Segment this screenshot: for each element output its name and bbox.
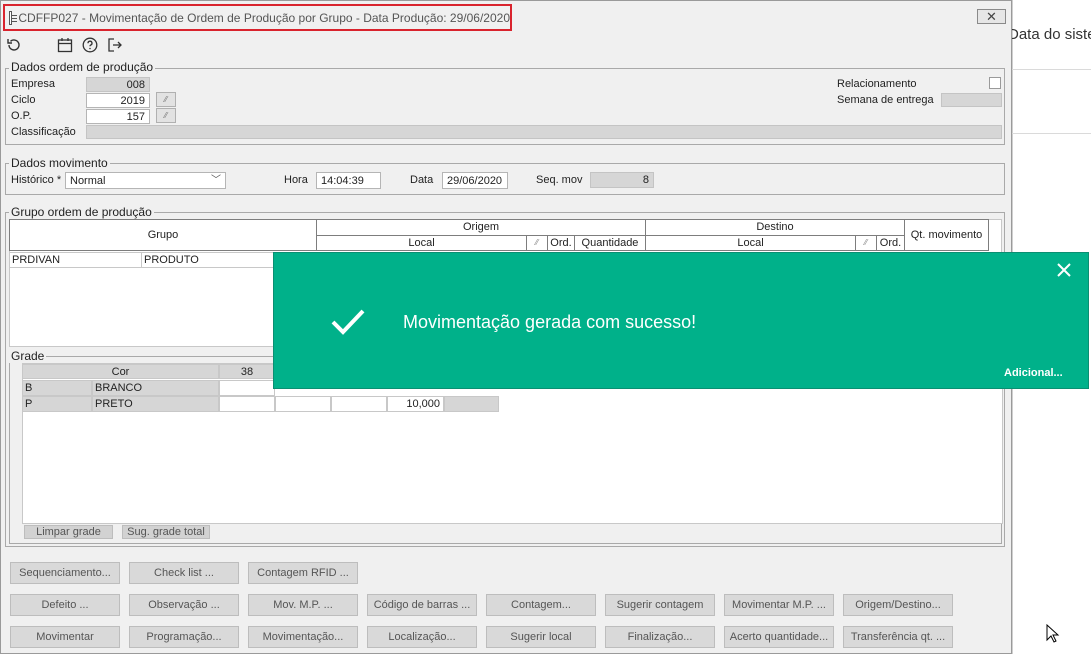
- grade-extra-cell: [444, 396, 499, 412]
- column-header-origem: Origem: [316, 219, 646, 236]
- codigo-barras-button[interactable]: Código de barras ...: [367, 594, 477, 616]
- column-header-destino-local[interactable]: Local: [645, 235, 856, 251]
- historico-label: Histórico *: [11, 174, 62, 186]
- op-field[interactable]: 157: [86, 109, 150, 124]
- exit-icon[interactable]: [107, 37, 123, 58]
- ciclo-lookup-button[interactable]: ⁄⁄: [156, 92, 176, 107]
- calendar-icon[interactable]: [57, 37, 73, 58]
- grade-total-cell[interactable]: 10,000: [387, 396, 444, 412]
- sug-grade-total-button[interactable]: Sug. grade total: [122, 525, 210, 539]
- toast-message: Movimentação gerada com sucesso!: [403, 312, 697, 332]
- sugerir-local-button[interactable]: Sugerir local: [486, 626, 596, 648]
- grade-name-cell: PRETO: [92, 396, 219, 412]
- grade-value-cell[interactable]: [275, 396, 331, 412]
- title-highlight: CDFFP027 - Movimentação de Ordem de Prod…: [3, 4, 512, 31]
- mouse-cursor-icon: [1046, 623, 1060, 647]
- help-icon[interactable]: [82, 37, 98, 58]
- contagem-button[interactable]: Contagem...: [486, 594, 596, 616]
- check-list-button[interactable]: Check list ...: [129, 562, 239, 584]
- grade-code-cell: B: [22, 380, 92, 396]
- classificacao-label: Classificação: [11, 126, 76, 138]
- programacao-button[interactable]: Programação...: [129, 626, 239, 648]
- semana-label: Semana de entrega: [837, 94, 934, 106]
- column-header-origem-local[interactable]: Local: [316, 235, 527, 251]
- descricao-cell[interactable]: PRODUTO: [141, 252, 275, 268]
- dados-movimento-legend: Dados movimento: [9, 156, 110, 170]
- movimentacao-button[interactable]: Movimentação...: [248, 626, 358, 648]
- historico-value: Normal: [70, 175, 106, 187]
- seq-mov-label: Seq. mov: [536, 174, 583, 186]
- hora-label: Hora: [284, 174, 308, 186]
- checkmark-icon: [330, 307, 366, 340]
- column-header-qt-movimento[interactable]: Qt. movimento: [904, 219, 989, 251]
- defeito-button[interactable]: Defeito ...: [10, 594, 120, 616]
- background-app-text: Data do siste: [1008, 26, 1091, 43]
- column-header-origem-ord[interactable]: Ord.: [547, 235, 575, 251]
- relacionamento-label: Relacionamento: [837, 78, 917, 90]
- grade-name-cell: BRANCO: [92, 380, 219, 396]
- semana-field: [941, 93, 1002, 107]
- transferencia-button[interactable]: Transferência qt. ...: [843, 626, 953, 648]
- grade-code-cell: P: [22, 396, 92, 412]
- origem-lookup-icon[interactable]: ⁄⁄: [526, 235, 548, 251]
- grade-value-cell[interactable]: [219, 396, 275, 412]
- movimentar-button[interactable]: Movimentar: [10, 626, 120, 648]
- sequenciamento-button[interactable]: Sequenciamento...: [10, 562, 120, 584]
- empresa-field: 008: [86, 77, 150, 92]
- contagem-rfid-button[interactable]: Contagem RFID ...: [248, 562, 358, 584]
- destino-lookup-icon[interactable]: ⁄⁄: [855, 235, 877, 251]
- column-header-quantidade[interactable]: Quantidade: [574, 235, 646, 251]
- title-bar: CDFFP027 - Movimentação de Ordem de Prod…: [1, 1, 1011, 33]
- hora-field[interactable]: 14:04:39: [316, 172, 381, 189]
- data-label: Data: [410, 174, 434, 186]
- column-header-size[interactable]: 38: [219, 364, 275, 379]
- window-title: CDFFP027 - Movimentação de Ordem de Prod…: [18, 10, 510, 25]
- op-lookup-button[interactable]: ⁄⁄: [156, 108, 176, 123]
- column-header-grupo[interactable]: Grupo: [9, 219, 317, 251]
- data-field[interactable]: 29/06/2020: [442, 172, 508, 189]
- close-button[interactable]: ✕: [977, 9, 1006, 24]
- grade-legend: Grade: [9, 349, 47, 363]
- origem-destino-button[interactable]: Origem/Destino...: [843, 594, 953, 616]
- success-toast: Movimentação gerada com sucesso! Adicion…: [273, 252, 1089, 389]
- sugerir-contagem-button[interactable]: Sugerir contagem: [605, 594, 715, 616]
- classificacao-field: [86, 125, 1002, 139]
- close-icon: ✕: [986, 9, 997, 24]
- column-header-cor[interactable]: Cor: [22, 364, 219, 379]
- column-header-destino-ord[interactable]: Ord.: [876, 235, 905, 251]
- close-icon[interactable]: [1057, 259, 1071, 281]
- finalizacao-button[interactable]: Finalização...: [605, 626, 715, 648]
- limpar-grade-button[interactable]: Limpar grade: [24, 525, 113, 539]
- document-icon: [9, 10, 19, 25]
- mov-mp-button[interactable]: Mov. M.P. ...: [248, 594, 358, 616]
- seq-mov-field: 8: [590, 172, 654, 188]
- grade-value-cell[interactable]: [219, 380, 275, 396]
- movimentar-mp-button[interactable]: Movimentar M.P. ...: [724, 594, 834, 616]
- grade-value-cell[interactable]: [331, 396, 387, 412]
- toast-more-link[interactable]: Adicional...: [1004, 367, 1063, 379]
- ciclo-label: Ciclo: [11, 94, 36, 106]
- op-label: O.P.: [11, 110, 32, 122]
- chevron-down-icon: ﹀: [211, 175, 221, 186]
- relacionamento-checkbox[interactable]: [989, 77, 1001, 89]
- dados-ordem-legend: Dados ordem de produção: [9, 60, 156, 74]
- background-divider: [1012, 69, 1091, 70]
- historico-select[interactable]: Normal ﹀: [65, 172, 226, 189]
- ciclo-field[interactable]: 2019: [86, 93, 150, 108]
- background-divider: [1012, 133, 1091, 134]
- refresh-icon[interactable]: [6, 37, 22, 58]
- column-header-destino: Destino: [645, 219, 905, 236]
- acerto-quantidade-button[interactable]: Acerto quantidade...: [724, 626, 834, 648]
- grupo-ordem-legend: Grupo ordem de produção: [9, 205, 154, 219]
- empresa-label: Empresa: [11, 78, 56, 90]
- grupo-cell[interactable]: PRDIVAN: [9, 252, 142, 268]
- observacao-button[interactable]: Observação ...: [129, 594, 239, 616]
- localizacao-button[interactable]: Localização...: [367, 626, 477, 648]
